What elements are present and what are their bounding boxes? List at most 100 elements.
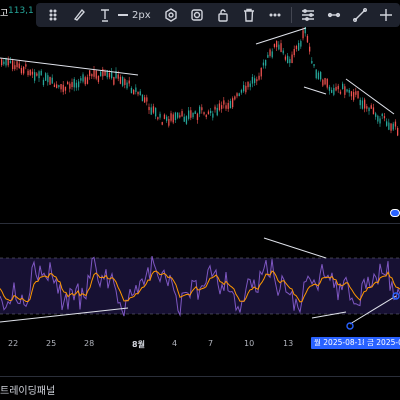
line-width-icon [118, 14, 128, 16]
candle-body [148, 106, 150, 111]
candle-body [260, 68, 262, 77]
candle-body [20, 67, 23, 74]
candle-body [359, 99, 361, 106]
candle-body [166, 116, 168, 121]
candle-body [271, 51, 273, 58]
brush-icon[interactable] [66, 5, 92, 25]
candle-body [218, 103, 221, 111]
candle-body [60, 83, 62, 90]
candle-body [344, 86, 346, 95]
candle-body [141, 94, 144, 102]
candle-body [152, 106, 155, 113]
candle-body [14, 65, 16, 70]
candle-body [207, 111, 210, 115]
drag-handle-icon[interactable] [40, 5, 66, 25]
line-width-label: 2px [132, 9, 151, 21]
candle-body [379, 118, 381, 124]
line-tool-icon[interactable] [295, 5, 321, 25]
candle-body [381, 113, 383, 117]
candle-body [265, 59, 267, 66]
candle-body [170, 113, 172, 121]
candle-body [67, 81, 69, 85]
candle-body [29, 70, 31, 76]
candle-body [192, 112, 194, 118]
crosshair-icon[interactable] [373, 5, 399, 25]
candle-body [251, 76, 254, 84]
candle-body [205, 114, 207, 118]
candle-body [388, 122, 390, 130]
candle-body [216, 107, 218, 116]
candle-body [309, 46, 311, 52]
settings-icon[interactable] [158, 5, 184, 25]
pane-divider[interactable] [0, 223, 400, 224]
candle-body [159, 113, 161, 118]
candle-body [240, 90, 243, 93]
more-icon[interactable] [262, 5, 288, 25]
candle-body [383, 116, 386, 119]
candle-body [31, 71, 34, 75]
candle-body [75, 82, 78, 88]
candle-body [190, 110, 192, 118]
candle-body [53, 84, 56, 88]
candle-body [3, 61, 5, 65]
candle-body [339, 91, 342, 94]
trading-panel-tab[interactable]: 트레이딩패널 [0, 382, 55, 397]
candle-body [276, 41, 278, 48]
candle-body [201, 107, 203, 111]
candle-body [221, 105, 223, 109]
candle-body [322, 79, 324, 86]
pen-tool-icon[interactable] [321, 5, 347, 25]
price-pane[interactable] [0, 0, 400, 223]
oscillator-pane[interactable] [0, 224, 400, 334]
candle-body [25, 64, 27, 67]
candle-body [278, 44, 280, 50]
candle-body [227, 102, 229, 109]
candle-body [258, 75, 260, 80]
divergence-line [263, 237, 327, 259]
trash-icon[interactable] [236, 5, 262, 25]
candle-body [333, 88, 335, 95]
candle-body [27, 70, 29, 76]
candle-body [295, 45, 298, 50]
candle-body [289, 59, 291, 64]
trend-line-icon[interactable] [347, 5, 373, 25]
candle-body [97, 75, 100, 82]
candle-body [256, 79, 258, 82]
candle-body [119, 76, 122, 84]
candle-body [267, 54, 269, 58]
lock-icon[interactable] [210, 5, 236, 25]
candle-body [108, 72, 111, 78]
candle-body [229, 101, 232, 109]
toolbar-divider [291, 7, 292, 23]
alert-icon[interactable] [184, 5, 210, 25]
scroll-to-latest-button[interactable] [390, 209, 400, 217]
candle-body [324, 78, 326, 85]
candle-body [172, 114, 174, 123]
candle-body [370, 105, 372, 109]
candle-body [199, 106, 201, 114]
candle-body [194, 111, 196, 114]
candle-body [69, 83, 71, 89]
candle-body [89, 70, 91, 76]
candle-body [203, 112, 205, 115]
candle-body [9, 60, 12, 64]
date-range-end: 금 2025-08 [364, 337, 400, 349]
candle-body [100, 71, 102, 77]
line-width-button[interactable]: 2px [118, 10, 158, 21]
text-icon[interactable] [92, 5, 118, 25]
candle-body [34, 72, 36, 81]
candle-body [111, 71, 113, 79]
candle-body [95, 70, 97, 79]
candle-body [238, 93, 240, 97]
candle-body [117, 74, 119, 79]
candle-body [137, 91, 139, 95]
candle-body [163, 114, 166, 119]
candle-body [168, 118, 170, 126]
candle-body [337, 85, 339, 90]
candle-body [146, 97, 148, 102]
candle-body [355, 91, 357, 95]
candle-body [262, 62, 265, 66]
trend-line [0, 57, 139, 76]
candle-body [38, 71, 40, 79]
candle-body [300, 41, 302, 47]
